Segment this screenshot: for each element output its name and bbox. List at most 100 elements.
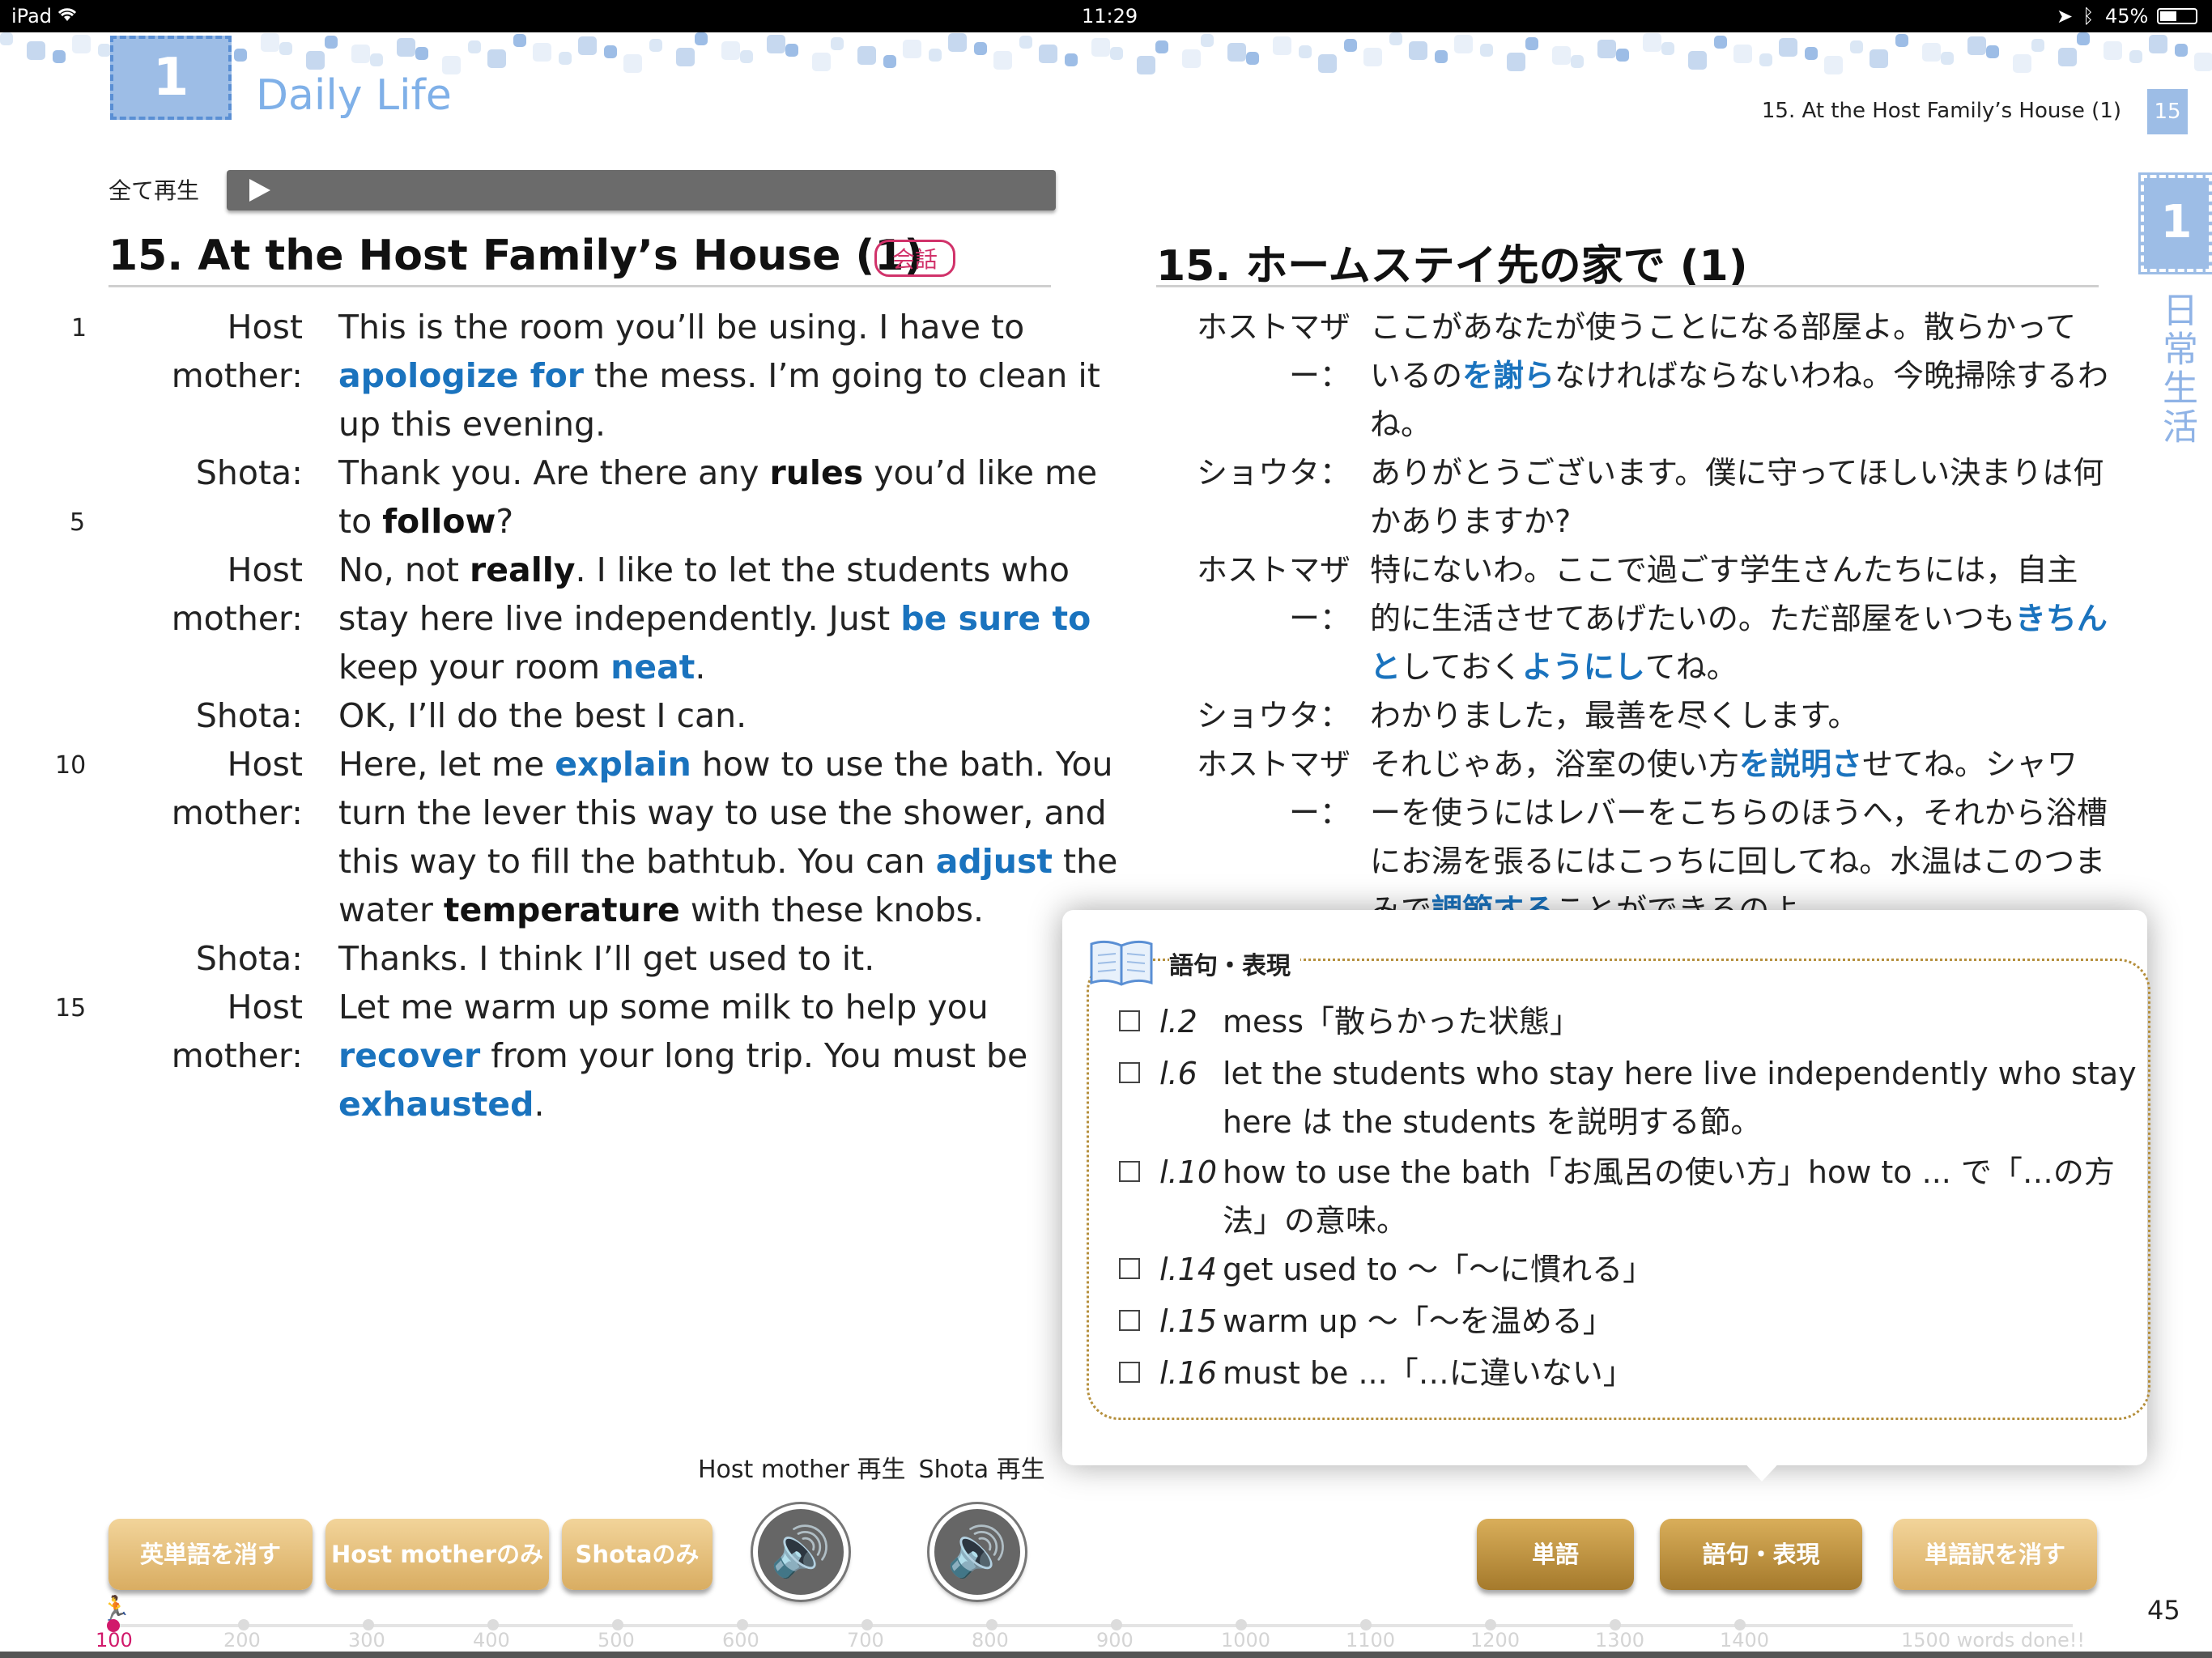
vocab-word[interactable]: adjust: [936, 842, 1053, 881]
progress-tick-label: 1000: [1221, 1629, 1271, 1652]
host-mother-play-button[interactable]: 🔊: [753, 1504, 849, 1600]
decorative-tile: [2012, 54, 2031, 73]
decorative-tile: [1246, 52, 1259, 65]
bottom-edge: [0, 1652, 2212, 1658]
decorative-tile: [1091, 38, 1110, 57]
glossary-checkbox[interactable]: [1119, 1258, 1140, 1279]
vocab-word[interactable]: neat: [610, 648, 695, 687]
glossary-checkbox[interactable]: [1119, 1010, 1140, 1031]
dialogue-line: exhausted.: [338, 1085, 545, 1124]
decorative-tile: [1616, 49, 1629, 62]
decorative-tile: [234, 49, 247, 62]
phrases-button[interactable]: 語句・表現: [1660, 1519, 1862, 1590]
decorative-tile: [1317, 54, 1337, 73]
decorative-tile: [396, 38, 415, 57]
decorative-tile: [1435, 50, 1448, 63]
play-all-label: 全て再生: [108, 177, 200, 204]
glossary-checkbox[interactable]: [1119, 1161, 1140, 1182]
divider: [1156, 285, 2099, 287]
decorative-tile: [993, 51, 1012, 70]
vocab-word[interactable]: recover: [338, 1036, 480, 1075]
audio-play-labels: Host mother 再生 Shota 再生: [698, 1449, 1058, 1485]
decorative-tile: [468, 40, 481, 53]
translation-line: ね。: [1370, 406, 1432, 442]
speaker-host-mother: Host mother:: [171, 308, 303, 395]
dialogue-line: apologize for the mess. I’m going to cle…: [338, 356, 1100, 395]
vocab-word[interactable]: rules: [769, 453, 863, 492]
vocab-word[interactable]: exhausted: [338, 1085, 534, 1124]
glossary-checkbox[interactable]: [1119, 1362, 1140, 1383]
vocab-word[interactable]: explain: [555, 745, 691, 784]
shota-only-button[interactable]: Shotaのみ: [562, 1519, 713, 1590]
progress-tick-label: 1200: [1470, 1629, 1521, 1652]
decorative-tile: [2175, 44, 2188, 57]
decorative-tile: [1480, 44, 1493, 57]
decorative-tile: [1272, 36, 1291, 55]
hide-english-words-button[interactable]: 英単語を消す: [108, 1519, 313, 1590]
progress-tick-label: 200: [223, 1629, 261, 1652]
english-title: 15. At the Host Family’s House (1): [108, 232, 924, 280]
decorative-tile: [260, 33, 279, 52]
decorative-tile: [1571, 55, 1584, 68]
shota-play-label: Shota 再生: [918, 1456, 1045, 1484]
dialogue-line: this way to fill the bathtub. You can ad…: [338, 842, 1118, 881]
progress-tick-label: 500: [598, 1629, 635, 1652]
decorative-tile: [2057, 48, 2077, 66]
dialogue-line: No, not really. I like to let the studen…: [338, 551, 1070, 589]
decorative-tile: [2129, 50, 2142, 63]
japanese-title: 15. ホームステイ先の家で (1): [1156, 242, 1748, 291]
translation-line: 的に生活させてあげたいの。ただ部屋をいつもきちん: [1370, 601, 2108, 636]
decorative-tile: [2077, 32, 2090, 45]
progress-tick-label: 800: [972, 1629, 1009, 1652]
line-number: 5: [70, 508, 86, 537]
decorative-tile: [721, 41, 740, 60]
speaker-shota-jp: ショウタ：: [1196, 455, 1351, 491]
decorative-tile: [785, 44, 798, 57]
decorative-tile: [1941, 52, 1954, 65]
vocab-word[interactable]: temperature: [444, 891, 680, 929]
glossary-checkbox[interactable]: [1119, 1310, 1140, 1331]
decorative-tile: [415, 47, 428, 60]
decorative-tile: [1110, 47, 1123, 60]
dialogue-line: keep your room neat.: [338, 648, 706, 687]
words-button[interactable]: 単語: [1477, 1519, 1634, 1590]
conversation-tag: 会話: [874, 240, 955, 277]
decorative-tile: [1453, 35, 1473, 53]
vocab-word[interactable]: be sure to: [900, 599, 1091, 638]
decorative-tile: [1344, 39, 1357, 52]
decorative-tile: [902, 40, 921, 58]
speaker-shota: Shota:: [195, 696, 303, 735]
decorative-tile: [1551, 46, 1571, 65]
dialogue-line: OK, I’ll do the best I can.: [338, 696, 747, 735]
shota-play-button[interactable]: 🔊: [929, 1504, 1025, 1600]
play-all-bar[interactable]: [227, 170, 1056, 210]
progress-tick-label: 1300: [1595, 1629, 1645, 1652]
dialogue-line: Here, let me explain how to use the bath…: [338, 745, 1113, 784]
glossary-checkbox[interactable]: [1119, 1062, 1140, 1083]
translation-line: にお湯を張るにはこっちに回してね。水温はこのつま: [1370, 844, 2106, 879]
speaker-host-mother-jp: ホストマザー：: [1196, 309, 1351, 393]
decorative-tile: [1895, 34, 1908, 47]
vocab-word[interactable]: follow: [382, 502, 496, 541]
decorative-tile: [1733, 45, 1752, 63]
decorative-tile: [623, 54, 642, 73]
chapter-side-tab[interactable]: 1: [2138, 172, 2212, 274]
decorative-tile: [1850, 40, 1863, 53]
dialogue-line: recover from your long trip. You must be: [338, 1036, 1028, 1075]
decorative-tile: [0, 32, 13, 45]
chapter-badge: 1: [110, 36, 232, 120]
section-number-badge: 15: [2147, 89, 2188, 134]
speaker-icon: 🔊: [946, 1524, 1008, 1580]
dialogue-line: water temperature with these knobs.: [338, 891, 985, 929]
wifi-icon: [57, 5, 78, 28]
host-mother-only-button[interactable]: Host motherのみ: [325, 1519, 549, 1590]
vocab-word[interactable]: apologize for: [338, 356, 584, 395]
vocab-word[interactable]: really: [470, 551, 576, 589]
speaker-host-mother: Host mother:: [171, 551, 303, 638]
decorative-tile: [1869, 49, 1888, 68]
hide-translation-button[interactable]: 単語訳を消す: [1893, 1519, 2097, 1590]
decorative-tile: [1201, 34, 1214, 47]
translation-line: ーを使うにはレバーをこちらのほうへ，それから浴槽: [1370, 795, 2108, 831]
decorative-tile: [53, 50, 66, 63]
page-number: 45: [2147, 1595, 2180, 1626]
